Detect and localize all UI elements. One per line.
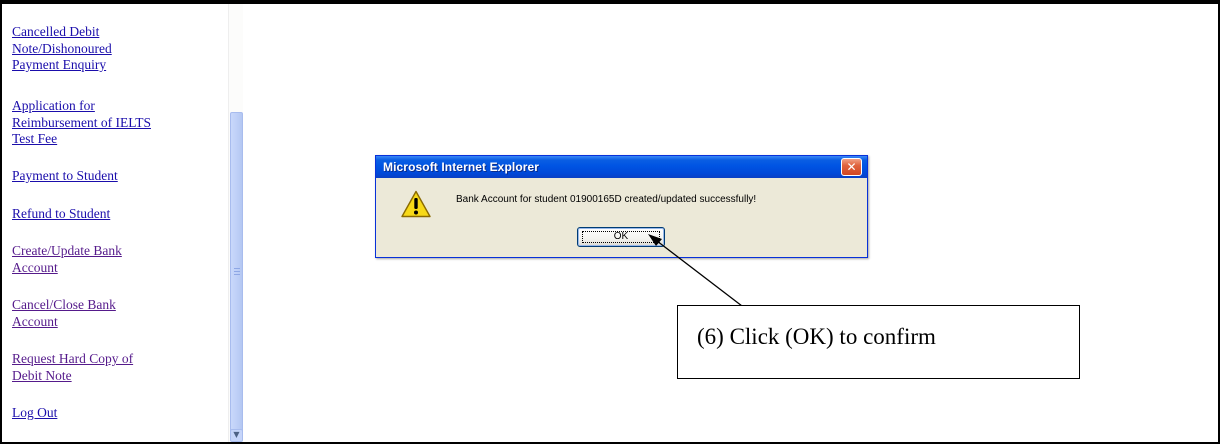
sidebar-scrollbar[interactable]: ▼ — [228, 4, 243, 442]
scrollbar-grip — [234, 268, 240, 277]
sidebar-item-create-update-bank-account[interactable]: Create/Update Bank Account — [12, 243, 222, 276]
dialog-message: Bank Account for student 01900165D creat… — [456, 194, 757, 205]
chevron-down-icon: ▼ — [233, 430, 240, 439]
sidebar-item-cancel-close-bank-account[interactable]: Cancel/Close Bank Account — [12, 297, 222, 330]
sidebar-item-request-hard-copy[interactable]: Request Hard Copy of Debit Note — [12, 351, 222, 384]
sidebar-item-log-out[interactable]: Log Out — [12, 405, 222, 422]
dialog-titlebar[interactable]: Microsoft Internet Explorer ✕ — [376, 156, 867, 178]
focus-ring — [582, 231, 660, 243]
sidebar-item-cancelled-debit-note[interactable]: Cancelled Debit Note/Dishonoured Payment E… — [12, 24, 222, 74]
alert-dialog: Microsoft Internet Explorer ✕ Bank Accou… — [375, 155, 868, 258]
sidebar: Cancelled Debit Note/Dishonoured Payment E… — [2, 4, 243, 442]
sidebar-item-ielts-reimbursement[interactable]: Application for Reimbursement of IELTS Tes… — [12, 98, 222, 148]
dialog-close-button[interactable]: ✕ — [841, 158, 862, 176]
ok-button[interactable]: OK — [577, 227, 665, 247]
dialog-title: Microsoft Internet Explorer — [383, 160, 540, 174]
annotation-callout: (6) Click (OK) to confirm — [677, 305, 1080, 379]
warning-icon — [401, 190, 431, 218]
scrollbar-thumb[interactable] — [230, 112, 243, 434]
close-icon: ✕ — [846, 160, 857, 174]
scroll-down-button[interactable]: ▼ — [230, 429, 243, 442]
sidebar-item-refund-to-student[interactable]: Refund to Student — [12, 206, 222, 223]
sidebar-item-payment-to-student[interactable]: Payment to Student — [12, 168, 222, 185]
annotation-text: (6) Click (OK) to confirm — [697, 324, 936, 349]
